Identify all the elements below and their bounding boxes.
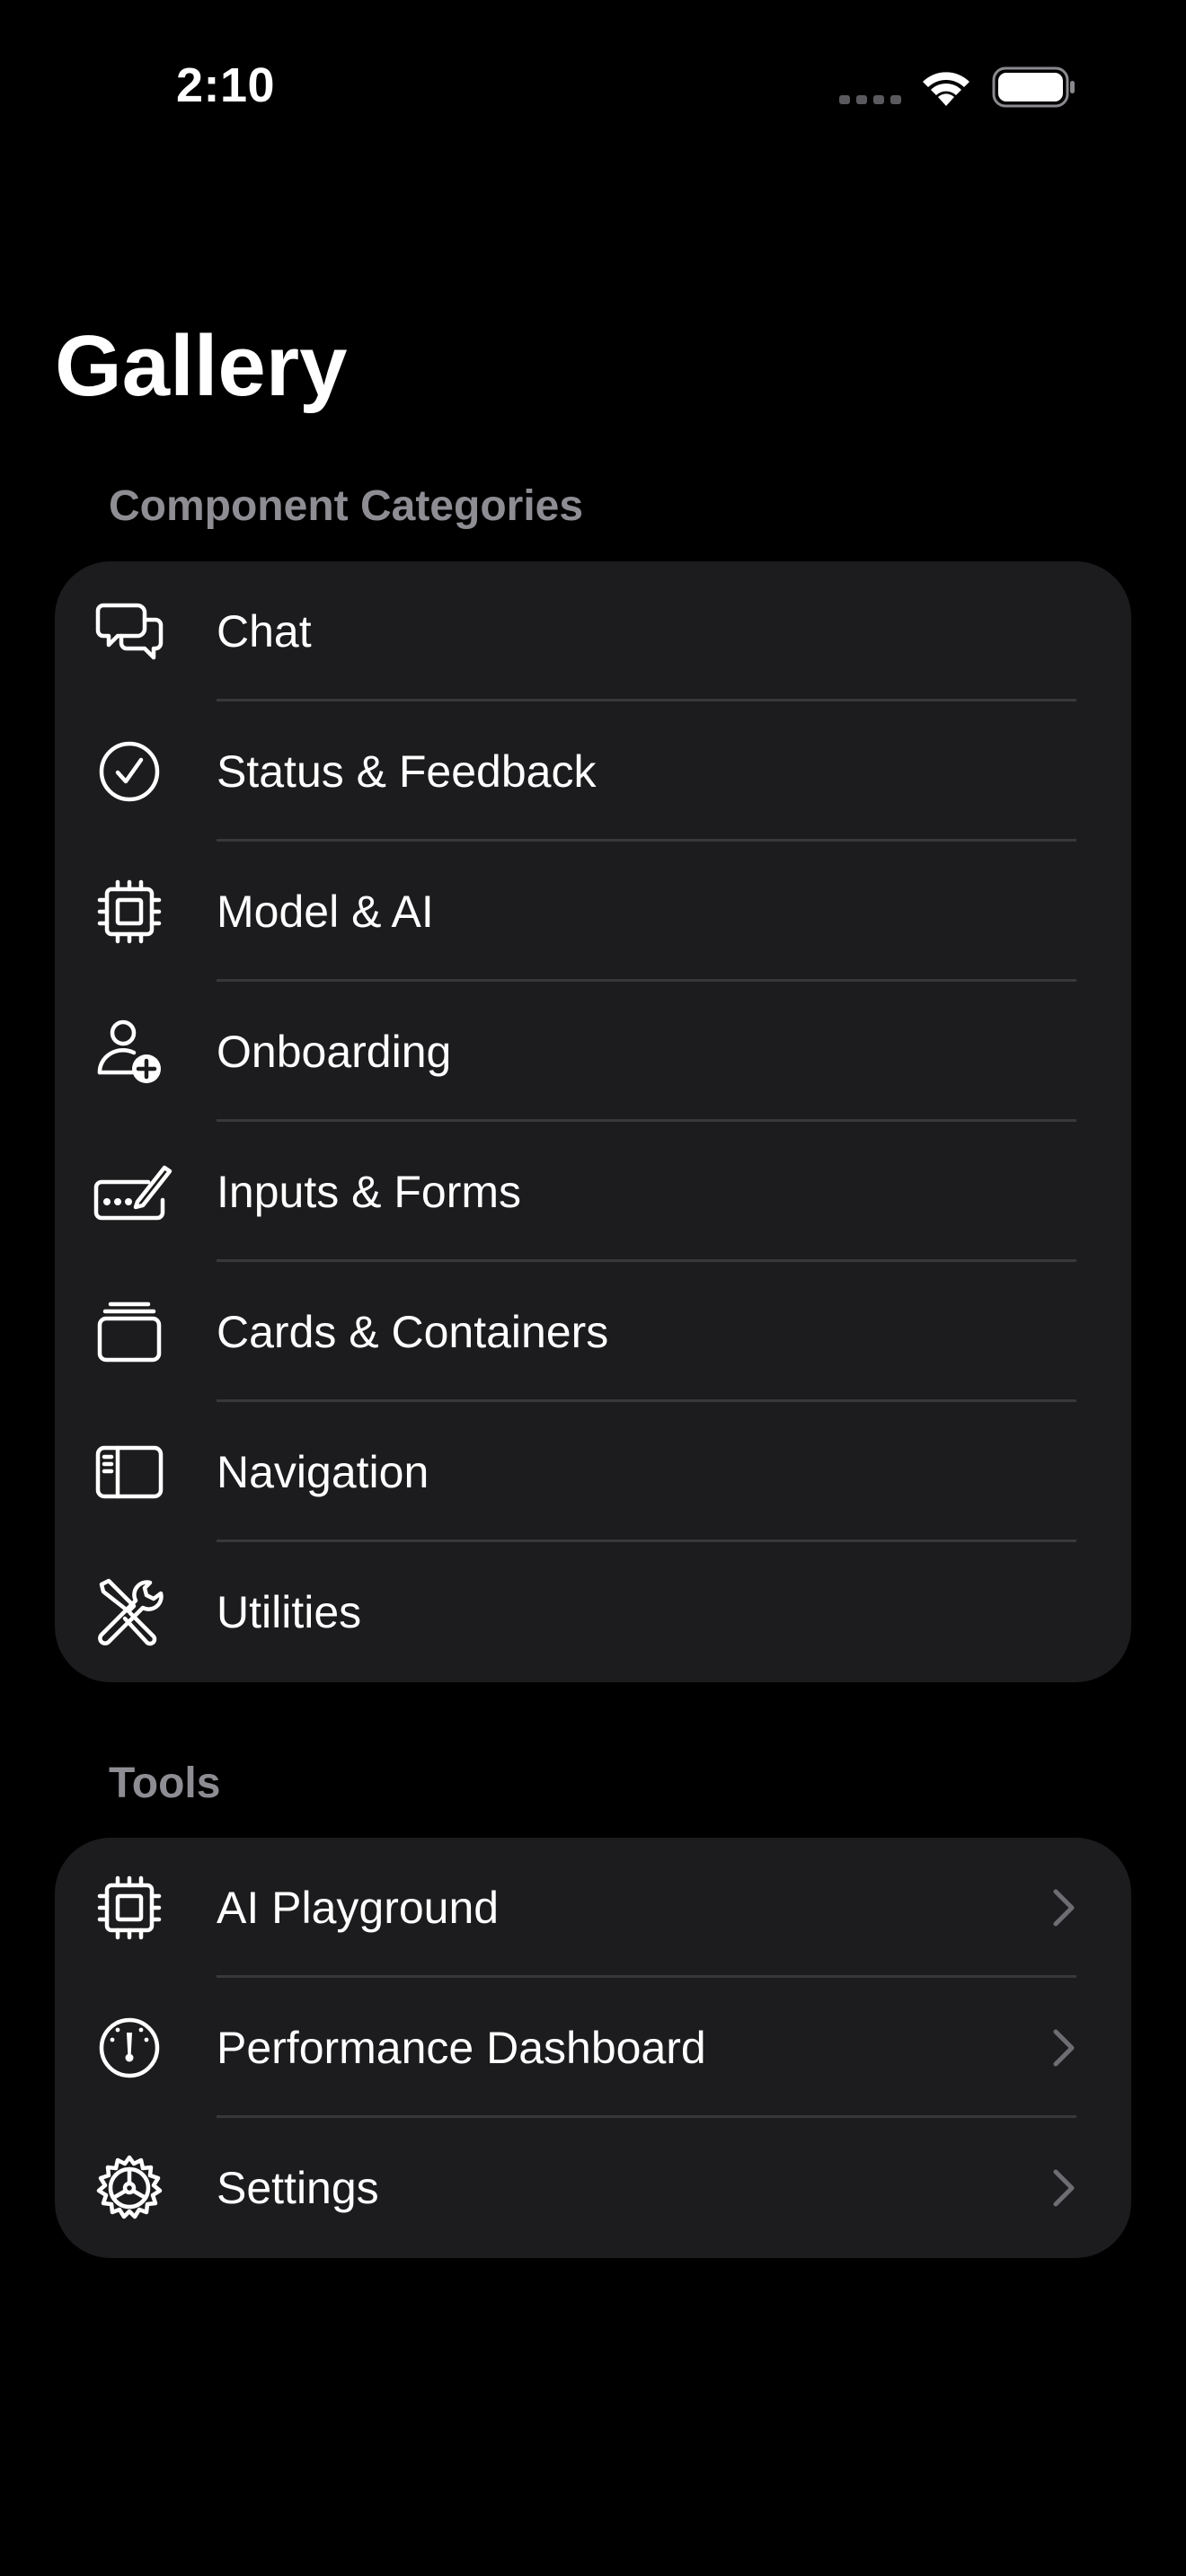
tools-list: AI Playground Performance Dashboard Sett… bbox=[55, 1838, 1131, 2258]
card-stack-icon bbox=[94, 1297, 164, 1367]
component-categories-list: Chat Status & Feedback Model & AI Onboar… bbox=[55, 561, 1131, 1682]
chevron-right-icon bbox=[1053, 2169, 1075, 2207]
wifi-icon bbox=[923, 72, 969, 106]
tool-label: Performance Dashboard bbox=[217, 2023, 706, 2073]
wrench-screwdriver-icon bbox=[94, 1577, 164, 1647]
tool-row-ai-playground[interactable]: AI Playground bbox=[55, 1838, 1131, 1978]
category-label: Cards & Containers bbox=[217, 1307, 609, 1357]
category-label: Navigation bbox=[217, 1447, 429, 1497]
gauge-icon bbox=[94, 2013, 164, 2083]
category-row-inputs-forms[interactable]: Inputs & Forms bbox=[55, 1122, 1131, 1262]
category-row-onboarding[interactable]: Onboarding bbox=[55, 982, 1131, 1122]
cpu-chip-icon bbox=[94, 877, 164, 947]
category-row-utilities[interactable]: Utilities bbox=[55, 1542, 1131, 1682]
person-add-icon bbox=[94, 1017, 164, 1087]
chevron-right-icon bbox=[1053, 2029, 1075, 2067]
category-row-status-feedback[interactable]: Status & Feedback bbox=[55, 701, 1131, 842]
status-time: 2:10 bbox=[176, 58, 276, 112]
category-label: Model & AI bbox=[217, 887, 434, 937]
tool-label: AI Playground bbox=[217, 1883, 500, 1933]
sidebar-icon bbox=[94, 1437, 164, 1507]
category-row-model-ai[interactable]: Model & AI bbox=[55, 842, 1131, 982]
category-row-navigation[interactable]: Navigation bbox=[55, 1402, 1131, 1542]
category-label: Inputs & Forms bbox=[217, 1167, 521, 1217]
battery-icon bbox=[992, 66, 1075, 108]
cellular-signal-icon bbox=[839, 95, 901, 104]
chevron-right-icon bbox=[1053, 1889, 1075, 1927]
category-row-chat[interactable]: Chat bbox=[55, 561, 1131, 701]
status-bar: 2:10 bbox=[0, 0, 1186, 180]
category-label: Status & Feedback bbox=[217, 746, 597, 797]
gear-icon bbox=[94, 2153, 164, 2223]
category-row-cards-containers[interactable]: Cards & Containers bbox=[55, 1262, 1131, 1402]
page-title: Gallery bbox=[55, 318, 348, 414]
category-label: Utilities bbox=[217, 1587, 362, 1637]
tool-row-settings[interactable]: Settings bbox=[55, 2118, 1131, 2258]
tool-row-performance-dashboard[interactable]: Performance Dashboard bbox=[55, 1978, 1131, 2118]
keyboard-pencil-icon bbox=[93, 1157, 173, 1227]
tool-label: Settings bbox=[217, 2163, 379, 2213]
section-header-component-categories: Component Categories bbox=[109, 482, 584, 530]
category-label: Chat bbox=[217, 606, 312, 657]
chat-bubbles-icon bbox=[94, 596, 164, 666]
cpu-chip-icon bbox=[94, 1873, 164, 1943]
category-label: Onboarding bbox=[217, 1027, 452, 1077]
section-header-tools: Tools bbox=[109, 1760, 221, 1807]
checkmark-circle-icon bbox=[94, 737, 164, 807]
